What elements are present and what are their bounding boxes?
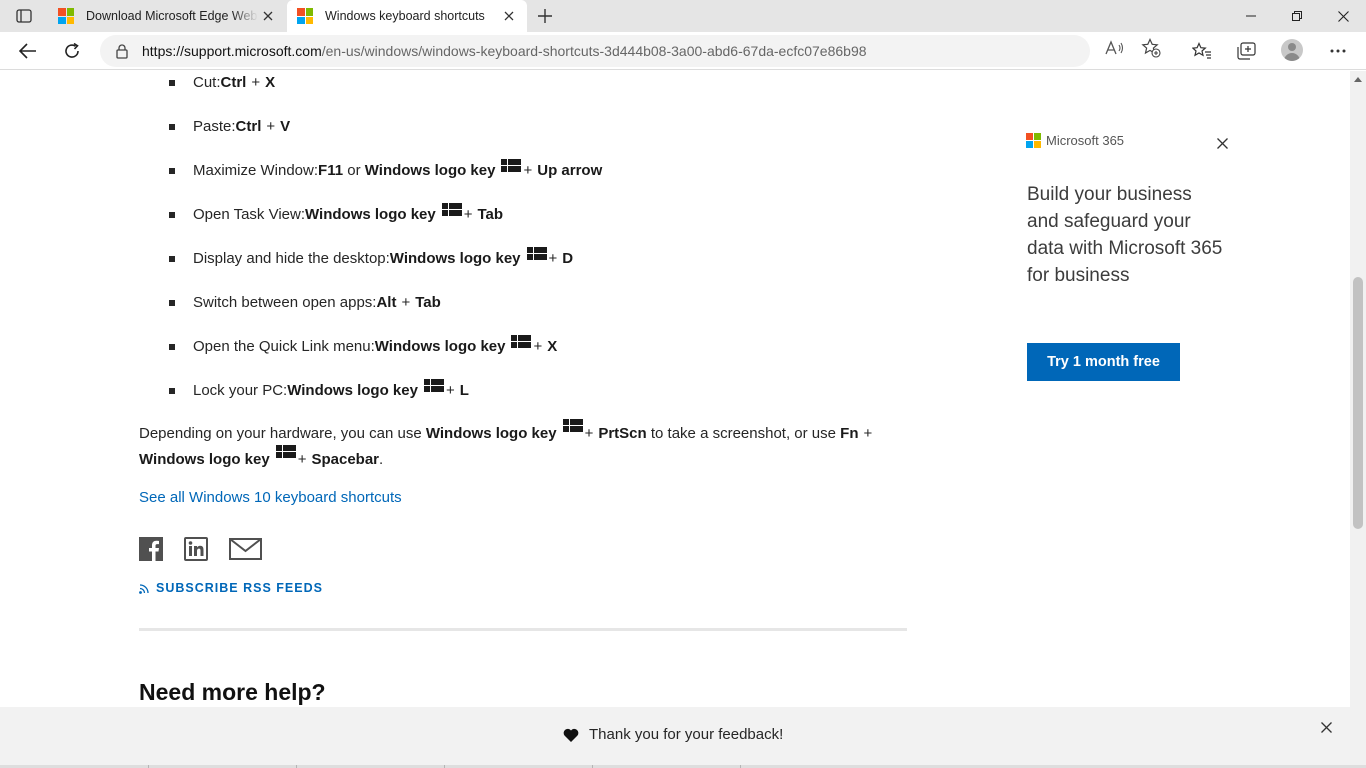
list-item: Display and hide the desktop: Windows lo… — [168, 237, 602, 281]
linkedin-icon — [184, 537, 208, 561]
collections-icon — [1237, 42, 1256, 60]
refresh-icon — [65, 42, 79, 58]
profile-avatar[interactable] — [1281, 39, 1303, 61]
tab-actions-button[interactable] — [10, 6, 38, 26]
windows-logo-icon — [511, 335, 532, 349]
email-icon — [229, 538, 262, 560]
section-divider — [139, 628, 907, 631]
microsoft-logo-icon — [58, 8, 74, 24]
tab-bar: Download Microsoft Edge Web B Windows ke… — [0, 0, 1366, 32]
heart-icon — [563, 728, 579, 742]
read-aloud-icon — [1105, 40, 1124, 55]
back-arrow-icon — [19, 43, 36, 59]
see-all-shortcuts-link[interactable]: See all Windows 10 keyboard shortcuts — [139, 489, 402, 506]
url-path: /en-us/windows/windows-keyboard-shortcut… — [321, 43, 867, 59]
close-icon — [1216, 137, 1228, 149]
close-icon — [263, 11, 273, 21]
read-aloud-button[interactable] — [1103, 36, 1127, 60]
rss-icon — [139, 583, 150, 594]
list-item: Lock your PC: Windows logo key + L — [168, 369, 602, 413]
restore-icon — [1292, 11, 1302, 21]
feedback-message: Thank you for your feedback! — [563, 726, 783, 743]
add-favorite-button[interactable] — [1139, 36, 1163, 60]
list-item: Maximize Window: F11 or Windows logo key… — [168, 149, 602, 193]
ad-headline: Build your business and safeguard your d… — [1027, 184, 1223, 286]
need-more-help-heading: Need more help? — [139, 679, 326, 705]
tab-actions-icon — [16, 9, 32, 23]
url-text: https://support.microsoft.com/en-us/wind… — [142, 43, 867, 59]
facebook-icon — [139, 537, 163, 561]
address-bar[interactable]: https://support.microsoft.com/en-us/wind… — [100, 35, 1090, 67]
restore-button[interactable] — [1274, 0, 1320, 32]
favorites-button[interactable] — [1187, 36, 1217, 66]
favorites-icon — [1192, 42, 1211, 59]
share-linkedin-button[interactable] — [184, 537, 208, 561]
plus-icon — [538, 9, 552, 23]
close-icon — [504, 11, 514, 21]
ad-brand-name: Microsoft 365 — [1046, 133, 1125, 148]
tab-close-button[interactable] — [499, 6, 519, 26]
page-content: Cut: Ctrl + X Paste: Ctrl + V Maximize Windo… — [0, 71, 1350, 768]
settings-more-button[interactable] — [1323, 36, 1353, 66]
subscribe-rss-link[interactable]: SUBSCRIBE RSS FEEDS — [139, 581, 323, 595]
windows-logo-icon — [275, 445, 296, 459]
list-item: Paste: Ctrl + V — [168, 105, 602, 149]
collections-button[interactable] — [1231, 36, 1261, 66]
list-item: Cut: Ctrl + X — [168, 71, 602, 105]
microsoft-logo-icon — [1026, 133, 1041, 148]
tab-windows-keyboard-shortcuts[interactable]: Windows keyboard shortcuts — [287, 0, 527, 32]
page-scrollbar[interactable] — [1350, 71, 1366, 768]
list-item: Open Task View: Windows logo key + Tab — [168, 193, 602, 237]
feedback-close-button[interactable] — [1318, 719, 1334, 735]
window-close-button[interactable] — [1320, 0, 1366, 32]
back-button[interactable] — [13, 36, 43, 66]
tab-close-button[interactable] — [258, 6, 278, 26]
tab-title: Download Microsoft Edge Web B — [86, 9, 258, 23]
ad-close-button[interactable] — [1214, 135, 1230, 151]
new-tab-button[interactable] — [533, 4, 557, 28]
close-icon — [1337, 10, 1349, 22]
ad-brand: Microsoft 365 — [1026, 133, 1236, 148]
screenshot-paragraph: Depending on your hardware, you can use … — [139, 419, 919, 473]
minimize-button[interactable] — [1228, 0, 1274, 32]
scrollbar-thumb[interactable] — [1353, 277, 1363, 529]
feedback-banner: Thank you for your feedback! — [0, 707, 1350, 768]
share-email-button[interactable] — [229, 537, 262, 561]
star-add-icon — [1141, 38, 1161, 58]
list-item: Open the Quick Link menu: Windows logo k… — [168, 325, 602, 369]
more-icon — [1330, 49, 1346, 53]
share-facebook-button[interactable] — [139, 537, 163, 561]
minimize-icon — [1246, 15, 1256, 17]
rss-label: SUBSCRIBE RSS FEEDS — [156, 581, 323, 595]
microsoft-logo-icon — [297, 8, 313, 24]
windows-logo-icon — [441, 203, 462, 217]
windows-logo-icon — [562, 419, 583, 433]
url-host: https://support.microsoft.com — [142, 43, 322, 59]
lock-icon — [116, 43, 128, 59]
list-item: Switch between open apps: Alt + Tab — [168, 281, 602, 325]
windows-logo-icon — [501, 159, 522, 173]
tab-download-edge[interactable]: Download Microsoft Edge Web B — [48, 0, 286, 32]
microsoft-365-ad: Microsoft 365 Build your business and sa… — [1026, 133, 1236, 381]
close-icon — [1320, 721, 1332, 733]
feedback-text: Thank you for your feedback! — [589, 726, 784, 743]
try-free-button[interactable]: Try 1 month free — [1027, 343, 1180, 381]
refresh-button[interactable] — [57, 36, 87, 66]
browser-toolbar: https://support.microsoft.com/en-us/wind… — [0, 32, 1366, 70]
windows-logo-icon — [423, 379, 444, 393]
scroll-up-arrow-icon[interactable] — [1354, 77, 1362, 82]
tab-title: Windows keyboard shortcuts — [325, 9, 485, 23]
shortcut-list: Cut: Ctrl + X Paste: Ctrl + V Maximize Windo… — [168, 71, 602, 413]
windows-logo-icon — [526, 247, 547, 261]
